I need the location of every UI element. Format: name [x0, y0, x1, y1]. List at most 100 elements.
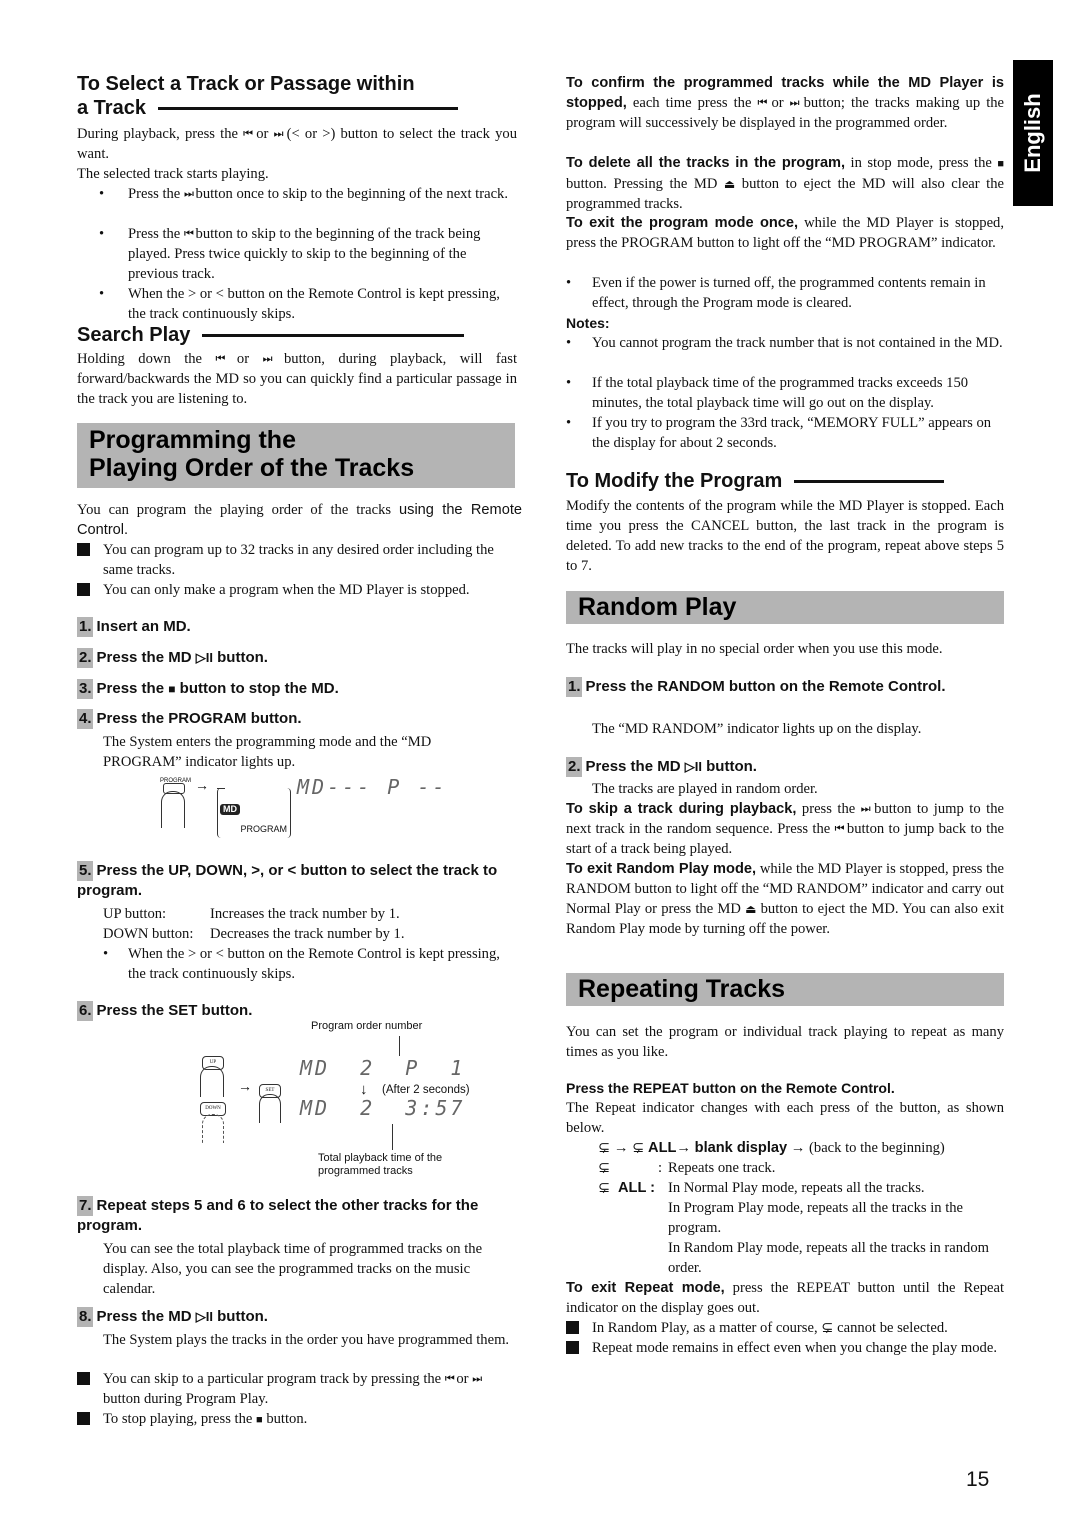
- lcd-display: MD--- P --: [297, 775, 448, 799]
- random-step-1-desc: The “MD RANDOM” indicator lights up on t…: [592, 721, 922, 737]
- bullet-text-b: button once to skip to the beginning of …: [195, 186, 508, 202]
- exit-program-lead: To exit the program mode once,: [566, 215, 799, 231]
- stop-icon: ■: [997, 158, 1004, 170]
- step-4: 4. Press the PROGRAM button.: [77, 709, 302, 729]
- random-step-1: 1. Press the RANDOM button on the Remote …: [566, 677, 1004, 697]
- finger-icon: [259, 1094, 281, 1123]
- heading-rule: [794, 480, 945, 484]
- heading-rule: [202, 334, 465, 338]
- next-track-icon: ⏭: [472, 1372, 482, 1385]
- heading-line-1: To Select a Track or Passage within: [77, 73, 415, 95]
- eject-icon: ⏏: [745, 902, 757, 916]
- lcd-display-1: MD 2 P 1: [300, 1056, 466, 1080]
- search-play-heading-text: Search Play: [77, 324, 191, 346]
- step-7: 7. Repeat steps 5 and 6 to select the oth…: [77, 1196, 517, 1236]
- arrow-right-icon: →: [613, 1140, 629, 1156]
- md-indicator: MD: [220, 804, 240, 815]
- repeat-icon: ⊊: [598, 1160, 611, 1176]
- prev-track-icon: ⏮: [183, 227, 194, 240]
- heading-rule: [157, 107, 458, 111]
- bullet-dot: •: [99, 226, 105, 242]
- step-title-b: button.: [706, 758, 757, 775]
- repeat-icon: ⊊: [598, 1180, 611, 1196]
- note-text: You can only make a program when the MD …: [103, 582, 470, 598]
- note-text-b: button.: [266, 1411, 308, 1427]
- text-b: button. Pressing the MD: [566, 176, 718, 192]
- banner-line-2: Playing Order of the Tracks: [89, 454, 415, 482]
- note-text: In Random Play, as a matter of course, ⊊…: [592, 1318, 1004, 1338]
- random-step-2-desc: The tracks are played in random order.: [592, 781, 818, 797]
- exit-repeat-lead: To exit Repeat mode,: [566, 1280, 725, 1296]
- program-order-callout: Program order number: [311, 1020, 423, 1032]
- repeat-all-desc: In Normal Play mode, repeats all the tra…: [668, 1178, 1004, 1278]
- repeat-all-label: ALL :: [618, 1180, 656, 1196]
- skip-lead: To skip a track during playback,: [566, 801, 797, 817]
- modify-heading: To Modify the Program: [566, 469, 1004, 493]
- square-bullet-icon: [77, 583, 90, 596]
- step-title: Insert an MD.: [96, 618, 191, 635]
- next-track-icon: ⏭: [789, 96, 800, 109]
- bullet-text: If the total playback time of the progra…: [592, 375, 969, 411]
- bullet-text: If you try to program the 33rd track, “M…: [592, 415, 992, 451]
- text-a: in stop mode, press the: [850, 155, 992, 171]
- intro-text-a: During playback, press the: [77, 126, 238, 142]
- step-2: 2. Press the MD ▷II button.: [77, 648, 268, 668]
- prev-track-icon: ⏮: [243, 127, 253, 140]
- banner-text: Random Play: [578, 593, 737, 621]
- step-title-b: button.: [217, 649, 268, 666]
- note-text-a: In Random Play, as a matter of course,: [592, 1320, 818, 1336]
- note-text-a: You can skip to a particular program tra…: [103, 1371, 442, 1387]
- step-6-figure: Program order number UP DOWN → SET MD 2 …: [182, 1020, 542, 1180]
- prev-track-icon: ⏮: [215, 352, 226, 365]
- language-tab: English: [1013, 60, 1053, 206]
- note-item: You can only make a program when the MD …: [77, 580, 517, 600]
- note-text: You can skip to a particular program tra…: [103, 1369, 517, 1409]
- step-6: 6. Press the SET button.: [77, 1001, 252, 1021]
- text-a: Holding down the: [77, 351, 203, 367]
- arrow-right-icon: →: [238, 1080, 252, 1095]
- step-number: 4.: [77, 709, 93, 729]
- sequence-all: ALL: [648, 1140, 677, 1156]
- bullet-dot: •: [566, 275, 572, 291]
- step-title-a: Press the MD: [96, 1308, 192, 1325]
- play-pause-icon: ▷II: [195, 1309, 213, 1324]
- bullet-dot: •: [99, 186, 105, 202]
- bullet-dot: •: [566, 335, 572, 351]
- prev-track-icon: ⏮: [834, 822, 845, 835]
- list-item: • If you try to program the 33rd track, …: [566, 413, 1004, 453]
- select-track-intro: During playback, press the ⏮ or ⏭ (< or …: [77, 124, 517, 164]
- repeat-all-desc-item: In Program Play mode, repeats all the tr…: [668, 1200, 964, 1236]
- step-title-a: Press the: [96, 680, 165, 697]
- step-7-desc: You can see the total playback time of p…: [103, 1241, 483, 1297]
- repeat-sequence: ⊊ → ⊊ ALL→ blank display → (back to the …: [598, 1138, 1004, 1158]
- finger-icon: [200, 1066, 224, 1097]
- list-item: • Press the ⏮ button to skip to the begi…: [77, 224, 517, 284]
- page-number: 15: [966, 1468, 990, 1491]
- row-label: UP button:: [103, 906, 167, 922]
- callout-line: [392, 1124, 393, 1150]
- step-title: Press the UP, DOWN, >, or < button to se…: [77, 862, 498, 899]
- random-intro: The tracks will play in no special order…: [566, 641, 943, 657]
- step-number: 7.: [77, 1196, 93, 1216]
- arrow-right-icon: →: [790, 1140, 806, 1156]
- bullet-dot: •: [99, 286, 105, 302]
- lcd-display-2: MD 2 3:57: [300, 1096, 466, 1120]
- exit-repeat-paragraph: To exit Repeat mode, press the REPEAT bu…: [566, 1278, 1004, 1318]
- banner-text: Repeating Tracks: [578, 975, 786, 1003]
- select-track-intro-2: The selected track starts playing.: [77, 166, 269, 182]
- note-text: Repeat mode remains in effect even when …: [592, 1340, 997, 1356]
- step-8-desc: The System plays the tracks in the order…: [103, 1332, 510, 1348]
- program-indicator: PROGRAM: [240, 824, 287, 834]
- list-item: • If the total playback time of the prog…: [566, 373, 1004, 413]
- stop-icon: ■: [168, 682, 176, 696]
- step-title: Press the SET button.: [96, 1002, 253, 1019]
- step-1: 1. Insert an MD.: [77, 617, 191, 637]
- step-4-desc: The System enters the programming mode a…: [103, 734, 432, 770]
- select-track-heading: To Select a Track or Passage within a Tr…: [77, 72, 517, 120]
- step-title: Press the RANDOM button on the Remote Co…: [585, 678, 946, 695]
- random-step-2: 2. Press the MD ▷II button.: [566, 757, 757, 777]
- repeat-all-desc-item: In Random Play mode, repeats all the tra…: [668, 1240, 989, 1276]
- delete-all-paragraph: To delete all the tracks in the program,…: [566, 153, 1004, 214]
- note-text: To stop playing, press the ■ button.: [103, 1409, 517, 1430]
- note-item: In Random Play, as a matter of course, ⊊…: [566, 1318, 1004, 1338]
